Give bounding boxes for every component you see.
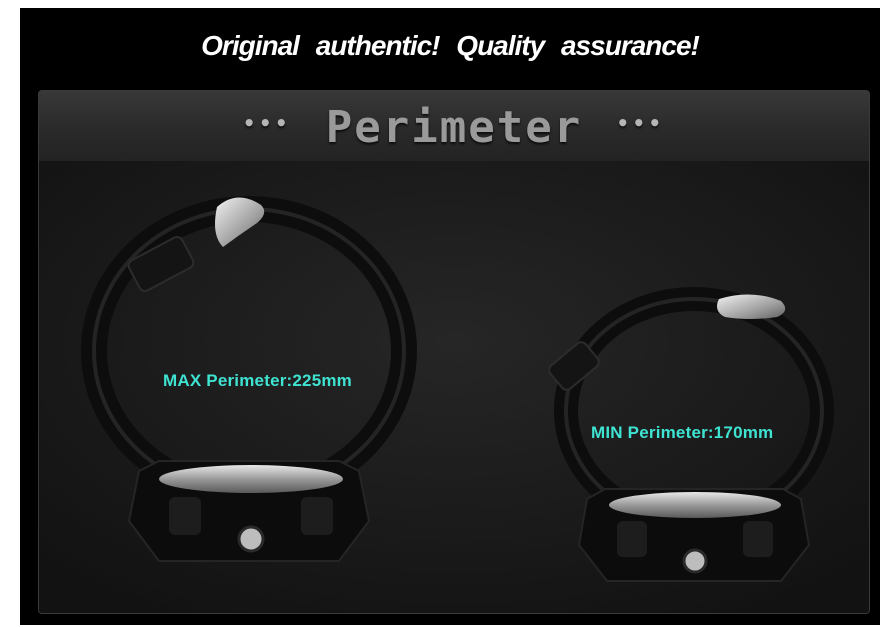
panel-header: ••• Perimeter •••	[39, 91, 869, 162]
product-image: Original authentic! Quality assurance! •…	[0, 0, 883, 627]
headline: Original authentic! Quality assurance!	[201, 30, 700, 61]
max-perimeter-label: MAX Perimeter:225mm	[163, 371, 352, 390]
panel-title-row: ••• Perimeter •••	[39, 99, 869, 153]
button-right-max	[301, 497, 333, 535]
poster: Original authentic! Quality assurance! •…	[20, 8, 880, 625]
button-right-min	[743, 521, 773, 557]
panel-title: Perimeter	[325, 101, 583, 153]
bezel-min	[609, 492, 781, 518]
right-dots-decoration: •••	[616, 111, 665, 135]
crown-max	[237, 525, 265, 553]
button-left-max	[169, 497, 201, 535]
perimeter-panel: ••• Perimeter ••• MAX Perimeter:225mm MI…	[38, 90, 870, 614]
crown-min	[682, 548, 708, 574]
min-perimeter-label: MIN Perimeter:170mm	[591, 423, 774, 442]
button-left-min	[617, 521, 647, 557]
bezel-max	[159, 465, 343, 493]
left-dots-decoration: •••	[243, 111, 292, 135]
